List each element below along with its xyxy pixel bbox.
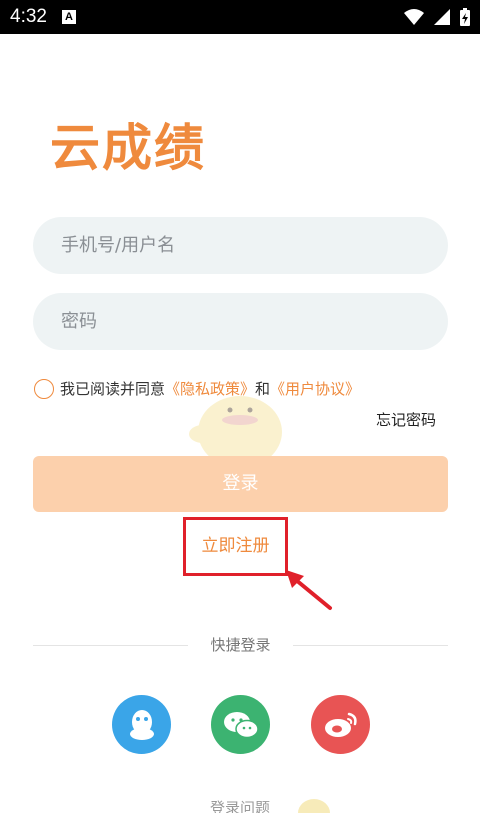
mascot-icon — [298, 799, 330, 813]
register-highlight-box: 立即注册 — [183, 517, 288, 576]
status-icons — [404, 8, 470, 26]
battery-icon — [460, 8, 470, 26]
password-input[interactable] — [33, 293, 448, 350]
wechat-login-button[interactable] — [211, 695, 270, 754]
weibo-icon — [324, 712, 357, 737]
wifi-icon — [404, 9, 424, 25]
status-bar: 4:32 A — [0, 0, 480, 34]
wechat-icon — [223, 711, 259, 738]
divider-line-right — [293, 645, 448, 646]
app-logo: 云成绩 — [50, 119, 206, 177]
qq-login-button[interactable] — [112, 695, 171, 754]
agree-checkbox[interactable] — [34, 378, 54, 399]
login-problem-link[interactable]: 登录问题 — [0, 797, 480, 813]
username-input[interactable] — [33, 217, 448, 274]
username-field-container — [33, 217, 448, 274]
qq-icon — [129, 709, 154, 740]
password-field-container — [33, 293, 448, 350]
weibo-login-button[interactable] — [311, 695, 370, 754]
quick-login-divider: 快捷登录 — [33, 634, 448, 656]
forgot-password-link[interactable]: 忘记密码 — [376, 409, 436, 430]
login-button[interactable]: 登录 — [33, 456, 448, 512]
status-time: 4:32 — [10, 6, 47, 27]
signal-icon — [434, 9, 450, 25]
register-link[interactable]: 立即注册 — [186, 520, 285, 573]
pointer-arrow-icon — [286, 570, 332, 610]
notification-icon: A — [62, 10, 76, 24]
agree-prefix: 我已阅读并同意 — [60, 380, 166, 398]
